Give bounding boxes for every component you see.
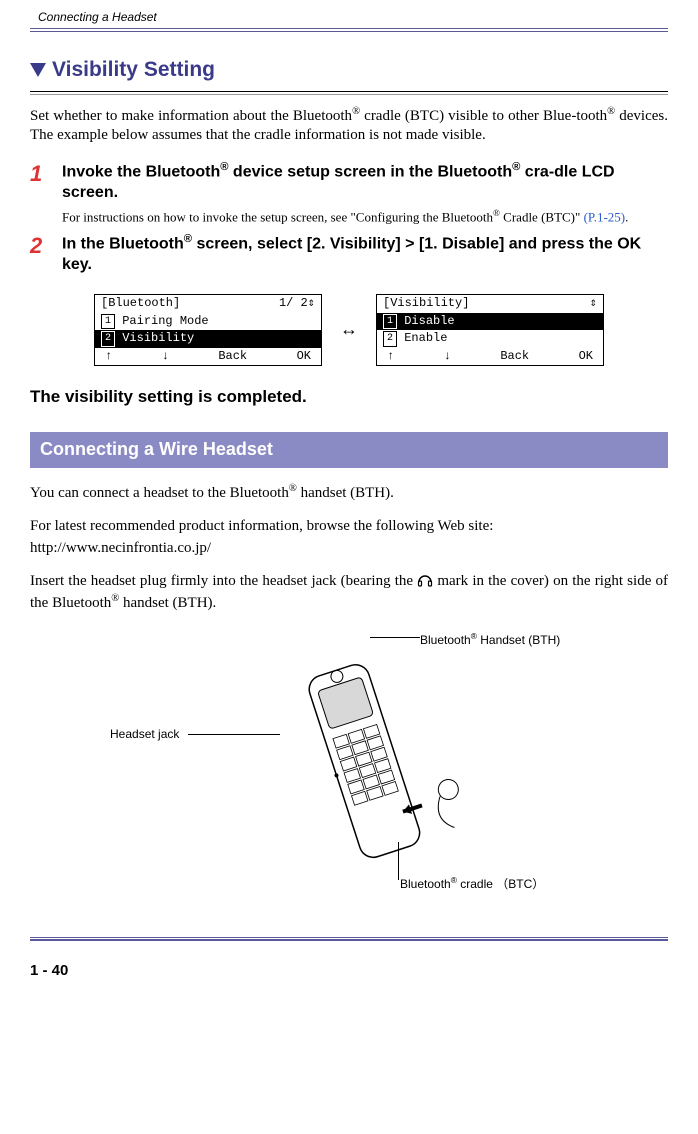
note-prefix: For instructions on how to invoke the se… (62, 209, 493, 224)
para3-prefix: Insert the headset plug firmly into the … (30, 573, 417, 589)
device-diagram: Bluetooth® Handset (BTH) Headset jack Bl… (30, 627, 668, 907)
lcd-screens-row: [Bluetooth] 1/ 2⇕ 1 Pairing Mode 2 Visib… (30, 294, 668, 366)
section-divider (30, 91, 668, 95)
note-mid: Cradle (BTC)" (500, 209, 584, 224)
lcd-softkeys: ↑ ↓ Back OK (95, 348, 321, 366)
lcd-title-line: [Bluetooth] 1/ 2⇕ (95, 295, 321, 313)
softkey-back[interactable]: Back (500, 349, 529, 365)
softkey-up[interactable]: ↑ (387, 349, 394, 365)
callout-btc: Bluetooth® cradle （BTC） (400, 875, 544, 893)
reg-mark: ® (493, 208, 500, 218)
softkey-down[interactable]: ↓ (162, 349, 169, 365)
step-number: 2 (30, 232, 50, 280)
lcd-page-indicator: 1/ 2 (279, 296, 308, 312)
step-body: In the Bluetooth® screen, select [2. Vis… (62, 232, 668, 280)
para1-prefix: You can connect a headset to the Bluetoo… (30, 485, 289, 501)
note-suffix: . (625, 209, 628, 224)
step-2: 2 In the Bluetooth® screen, select [2. V… (30, 232, 668, 280)
completion-text: The visibility setting is completed. (30, 386, 668, 408)
para3-suffix: handset (BTH). (119, 595, 216, 611)
reg-mark: ® (352, 106, 360, 117)
step1-mid: device setup screen in the Bluetooth (228, 163, 512, 180)
para-connect-headset: You can connect a headset to the Bluetoo… (30, 482, 668, 504)
lcd-visibility: [Visibility] ⇕ 1 Disable 2 Enable ↑ ↓ Ba… (376, 294, 604, 366)
headphone-icon (417, 573, 433, 589)
step-number: 1 (30, 160, 50, 226)
footer-divider (30, 937, 668, 941)
step1-prefix: Invoke the Bluetooth (62, 163, 220, 180)
intro-paragraph: Set whether to make information about th… (30, 105, 668, 146)
step-note: For instructions on how to invoke the se… (62, 208, 668, 226)
softkey-ok[interactable]: OK (579, 349, 593, 365)
callout-line (370, 637, 420, 638)
reg-mark: ® (289, 483, 297, 494)
running-head: Connecting a Headset (38, 10, 668, 26)
lcd-title: [Bluetooth] (101, 296, 180, 312)
lcd-title-line: [Visibility] ⇕ (377, 295, 603, 313)
page-number: 1 - 40 (30, 961, 668, 981)
reg-mark: ® (607, 106, 615, 117)
step-1: 1 Invoke the Bluetooth ® device setup scr… (30, 160, 668, 226)
double-arrow-icon: ↔ (340, 318, 358, 341)
num-box-icon: 1 (101, 314, 115, 330)
updown-icon: ⇕ (308, 296, 315, 312)
triangle-down-icon (30, 63, 46, 77)
num-box-icon: 1 (383, 314, 397, 330)
step-title: In the Bluetooth® screen, select [2. Vis… (62, 232, 668, 276)
lcd-softkeys: ↑ ↓ Back OK (377, 348, 603, 366)
btc-prefix: Bluetooth (400, 877, 451, 891)
spacer (469, 296, 589, 312)
updown-icon: ⇕ (590, 296, 597, 312)
callout-bth: Bluetooth® Handset (BTH) (420, 631, 560, 649)
lcd-item-enable: 2 Enable (377, 330, 603, 348)
step2-prefix: In the Bluetooth (62, 235, 184, 252)
lcd-item-pairing: 1 Pairing Mode (95, 313, 321, 331)
lcd-item-text: Visibility (115, 331, 194, 347)
step-title: Invoke the Bluetooth® device setup scree… (62, 160, 668, 204)
softkey-ok[interactable]: OK (297, 349, 311, 365)
handset-illustration (240, 645, 500, 905)
para-insert-plug: Insert the headset plug firmly into the … (30, 572, 668, 613)
num-box-icon: 2 (383, 331, 397, 347)
url-text: http://www.necinfrontia.co.jp/ (30, 539, 668, 559)
lcd-title: [Visibility] (383, 296, 469, 312)
softkey-up[interactable]: ↑ (105, 349, 112, 365)
reg-mark: ® (184, 233, 192, 245)
page-reference-link[interactable]: (P.1-25) (584, 209, 626, 224)
lcd-bluetooth: [Bluetooth] 1/ 2⇕ 1 Pairing Mode 2 Visib… (94, 294, 322, 366)
section-title-visibility: Visibility Setting (30, 56, 668, 83)
lcd-item-text: Pairing Mode (115, 314, 209, 330)
intro-prefix: Set whether to make information about th… (30, 108, 352, 124)
num-box-icon: 2 (101, 331, 115, 347)
callout-line (188, 734, 280, 735)
section-title-text: Visibility Setting (52, 58, 215, 81)
softkey-down[interactable]: ↓ (444, 349, 451, 365)
step-body: Invoke the Bluetooth ® device setup scree… (62, 160, 668, 226)
bth-suffix: Handset (BTH) (477, 633, 560, 647)
lcd-item-text: Enable (397, 331, 447, 347)
lcd-item-visibility-selected: 2 Visibility (95, 330, 321, 348)
spacer (180, 296, 279, 312)
bth-prefix: Bluetooth (420, 633, 471, 647)
softkey-back[interactable]: Back (218, 349, 247, 365)
intro-mid: cradle (BTC) visible to other Blue-tooth (360, 108, 607, 124)
lcd-item-text: Disable (397, 314, 455, 330)
btc-suffix: cradle （BTC） (457, 877, 544, 891)
callout-line-vertical (398, 842, 399, 880)
callout-headset-jack: Headset jack (110, 727, 179, 743)
para-recommended: For latest recommended product informati… (30, 517, 668, 537)
lcd-item-disable-selected: 1 Disable (377, 313, 603, 331)
para1-suffix: handset (BTH). (297, 485, 394, 501)
header-divider (30, 28, 668, 32)
subsection-bar: Connecting a Wire Headset (30, 432, 668, 467)
